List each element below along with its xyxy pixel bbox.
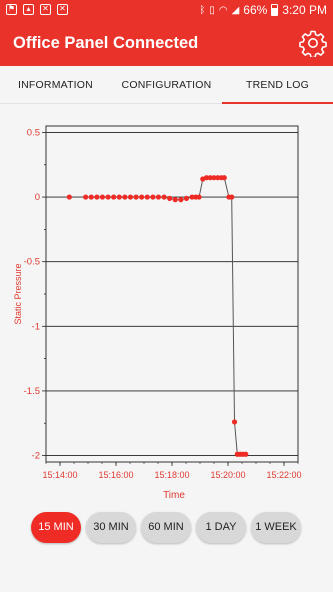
data-point [150,194,156,200]
range-button-1-day[interactable]: 1 DAY [196,512,246,543]
plot-area [45,125,299,463]
x-tick-label: 15:20:00 [210,470,245,480]
data-point [231,419,238,425]
data-point [183,195,190,201]
x-app-icon: ✕ [40,4,51,15]
data-point [94,194,100,200]
data-point [243,451,249,457]
data-point [116,194,122,200]
data-point [105,194,111,200]
data-point [221,175,227,181]
time-range-selector: 15 MIN 30 MIN 60 MIN 1 DAY 1 WEEK [31,512,301,543]
trend-chart: 0.5 0 -0.5 -1 -1.5 -2 15:14:00 15:16:00 15:18:0… [0,118,333,508]
data-point [127,194,134,200]
data-point [161,194,167,200]
x-tick-labels: 15:14:00 15:16:00 15:18:00 15:20:00 15:22:00 [42,470,301,480]
battery-percent: 66% [243,3,268,17]
data-point [144,194,150,200]
data-point [122,194,128,200]
range-button-30-min[interactable]: 30 MIN [86,512,136,543]
wifi-icon: ◠ [218,4,228,16]
vibrate-icon: ▯ [209,4,215,16]
data-point [172,197,178,203]
y-tick-label: 0.5 [27,127,40,138]
data-point [229,194,235,200]
notification-icons: ⚑ ▴ ✕ ✕ [6,4,68,15]
data-point [88,194,94,200]
data-point [167,195,173,201]
range-button-15-min[interactable]: 15 MIN [31,512,81,543]
x-tick-label: 15:18:00 [154,470,189,480]
x-axis-label: Time [163,490,185,501]
page-title: Office Panel Connected [13,34,199,52]
y-tick-labels: 0.5 0 -0.5 -1 -1.5 -2 [24,127,40,461]
x-app-icon: ✕ [57,4,68,15]
x-tick-label: 15:16:00 [98,470,133,480]
bluetooth-icon: ᛒ [199,4,206,16]
tab-configuration[interactable]: CONFIGURATION [111,66,222,103]
status-bar: ⚑ ▴ ✕ ✕ ᛒ ▯ ◠ ◢ 66% 3:20 PM [0,0,333,22]
y-tick-label: 0 [35,192,40,203]
data-point [66,194,72,200]
tab-bar: INFORMATION CONFIGURATION TREND LOG [0,66,333,104]
data-point [83,194,89,200]
y-axis-label: Static Pressure [13,263,23,324]
range-button-60-min[interactable]: 60 MIN [141,512,191,543]
y-tick-label: -2 [32,451,40,462]
clock: 3:20 PM [282,3,327,17]
tab-trend-log[interactable]: TREND LOG [222,66,333,104]
tab-information[interactable]: INFORMATION [0,66,111,103]
y-tick-label: -0.5 [24,257,40,268]
data-point [111,194,117,200]
x-tick-label: 15:22:00 [266,470,301,480]
trend-chart-svg: 0.5 0 -0.5 -1 -1.5 -2 15:14:00 15:16:00 15:18:0… [13,125,302,501]
data-point [99,194,106,200]
flag-icon: ⚑ [6,4,17,15]
y-tick-label: -1 [32,321,40,332]
system-icons: ᛒ ▯ ◠ ◢ 66% 3:20 PM [199,3,327,17]
x-tick-label: 15:14:00 [42,470,77,480]
battery-icon [271,4,279,16]
data-point [196,194,202,200]
data-point [133,194,139,200]
signal-icon: ◢ [231,4,240,16]
data-point [155,194,162,200]
data-point [139,194,145,200]
image-icon: ▴ [23,4,34,15]
app-bar: Office Panel Connected [0,22,333,66]
data-point [178,197,184,203]
y-tick-label: -1.5 [24,386,40,397]
gear-icon[interactable] [299,29,327,57]
range-button-1-week[interactable]: 1 WEEK [251,512,301,543]
